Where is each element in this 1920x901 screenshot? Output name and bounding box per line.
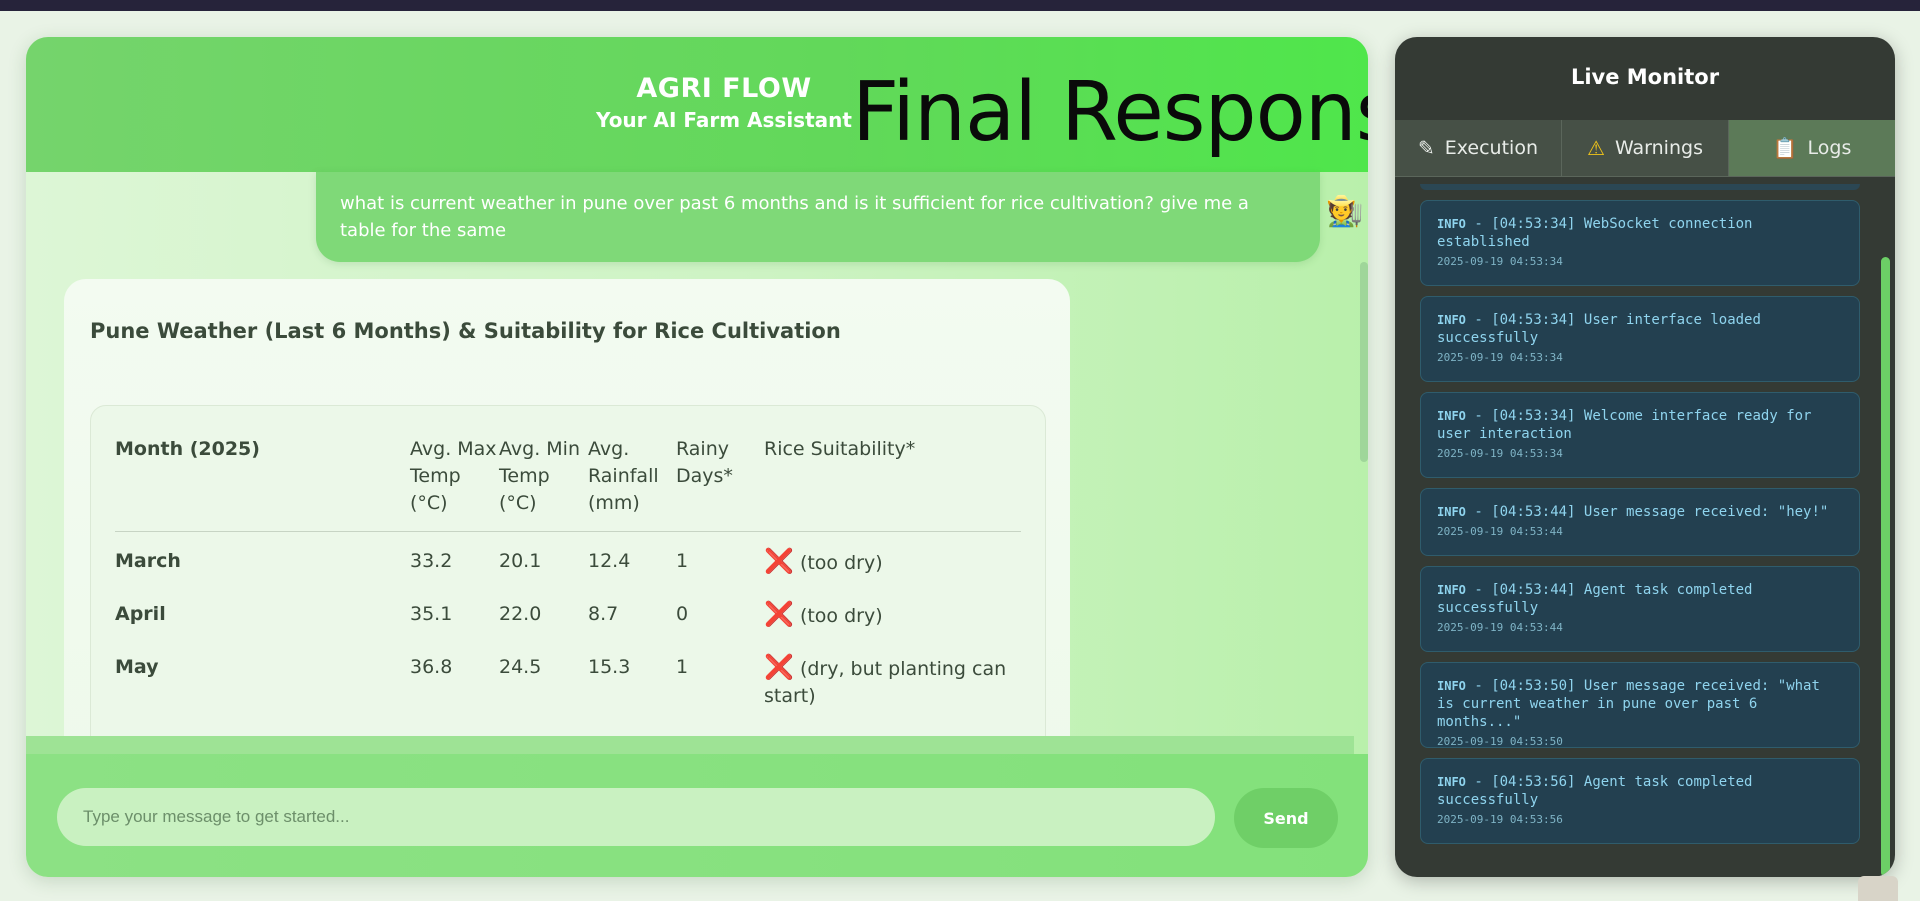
log-entry: INFO - [04:53:56] Agent task completed s… xyxy=(1420,758,1860,844)
log-message: - [04:53:34] Welcome interface ready for… xyxy=(1437,408,1812,442)
monitor-tabs: ✎ Execution ⚠ Warnings 📋 Logs xyxy=(1395,120,1895,177)
log-list[interactable]: INFO - [04:53:34] WebSocket connection e… xyxy=(1420,184,1860,874)
log-level: INFO xyxy=(1437,409,1466,423)
live-monitor-panel: Live Monitor ✎ Execution ⚠ Warnings 📋 Lo… xyxy=(1395,37,1895,877)
cell-rainy-days: 1 xyxy=(676,550,689,572)
col-header-suitability: Rice Suitability* xyxy=(764,436,1021,532)
response-title: Pune Weather (Last 6 Months) & Suitabili… xyxy=(90,319,841,343)
cell-suitability: ❌ (too dry) xyxy=(764,585,1021,638)
chat-vertical-scrollbar[interactable] xyxy=(1360,262,1368,462)
tab-label: Logs xyxy=(1807,137,1852,159)
cell-max-temp: 33.2 xyxy=(410,550,453,572)
log-entry: INFO - [04:53:50] User message received:… xyxy=(1420,662,1860,748)
message-input-bar: Send xyxy=(26,754,1368,877)
tab-logs[interactable]: 📋 Logs xyxy=(1729,120,1895,176)
cell-suitability: ❌ (dry, but planting can start) xyxy=(764,638,1021,718)
farmer-avatar-icon: 🧑‍🌾 xyxy=(1326,194,1364,229)
tab-warnings[interactable]: ⚠ Warnings xyxy=(1562,120,1729,176)
log-entry: INFO - [04:53:34] WebSocket connection e… xyxy=(1420,200,1860,286)
log-level: INFO xyxy=(1437,775,1466,789)
log-timestamp: 2025-09-19 04:53:50 xyxy=(1437,735,1563,748)
cell-min-temp: 24.5 xyxy=(499,656,542,678)
log-timestamp: 2025-09-19 04:53:34 xyxy=(1437,255,1563,268)
cell-max-temp: 35.1 xyxy=(410,603,453,625)
cross-mark-icon: ❌ xyxy=(764,653,794,681)
corner-widget xyxy=(1858,876,1898,901)
cell-month: April xyxy=(115,603,166,625)
col-header-rainfall: Avg. Rainfall (mm) xyxy=(588,436,676,532)
log-message: - [04:53:44] Agent task completed succes… xyxy=(1437,582,1753,616)
cell-min-temp: 20.1 xyxy=(499,550,542,572)
weather-table: Month (2025) Avg. Max Temp (°C) Avg. Min… xyxy=(115,436,1021,718)
browser-top-bar xyxy=(0,0,1920,11)
tab-execution[interactable]: ✎ Execution xyxy=(1395,120,1562,176)
message-input[interactable] xyxy=(57,788,1215,846)
send-button[interactable]: Send xyxy=(1234,788,1338,848)
col-header-min-temp: Avg. Min Temp (°C) xyxy=(499,436,588,532)
log-message: - [04:53:50] User message received: "wha… xyxy=(1437,678,1820,730)
cell-rainy-days: 1 xyxy=(676,656,689,678)
col-header-max-temp: Avg. Max Temp (°C) xyxy=(410,436,499,532)
log-timestamp: 2025-09-19 04:53:34 xyxy=(1437,447,1563,460)
suitability-text: (too dry) xyxy=(799,605,883,627)
table-row: May 36.8 24.5 15.3 1 ❌ (dry, but plantin… xyxy=(115,638,1021,718)
table-header-row: Month (2025) Avg. Max Temp (°C) Avg. Min… xyxy=(115,436,1021,532)
cell-min-temp: 22.0 xyxy=(499,603,542,625)
log-timestamp: 2025-09-19 04:53:44 xyxy=(1437,621,1563,634)
log-entry: INFO - [04:53:34] Welcome interface read… xyxy=(1420,392,1860,478)
tab-label: Execution xyxy=(1444,137,1538,159)
log-entry-partial xyxy=(1420,184,1860,190)
chat-header: AGRI FLOW Your AI Farm Assistant Final R… xyxy=(26,37,1368,172)
final-response-overlay-title: Final Response xyxy=(852,65,1368,160)
log-message: - [04:53:34] User interface loaded succe… xyxy=(1437,312,1761,346)
log-entry: INFO - [04:53:44] User message received:… xyxy=(1420,488,1860,556)
log-entry: INFO - [04:53:34] User interface loaded … xyxy=(1420,296,1860,382)
col-header-rainy-days: Rainy Days* xyxy=(676,436,764,532)
cross-mark-icon: ❌ xyxy=(764,600,794,628)
cell-max-temp: 36.8 xyxy=(410,656,453,678)
table-row: April 35.1 22.0 8.7 0 ❌ (too dry) xyxy=(115,585,1021,638)
log-timestamp: 2025-09-19 04:53:56 xyxy=(1437,813,1563,826)
cell-rainy-days: 0 xyxy=(676,603,689,625)
log-level: INFO xyxy=(1437,679,1466,693)
pencil-icon: ✎ xyxy=(1417,136,1435,160)
log-message: - [04:53:56] Agent task completed succes… xyxy=(1437,774,1753,808)
monitor-title: Live Monitor xyxy=(1570,65,1720,89)
log-timestamp: 2025-09-19 04:53:44 xyxy=(1437,525,1563,538)
suitability-text: (dry, but planting can start) xyxy=(764,658,1007,707)
col-header-month: Month (2025) xyxy=(115,436,410,532)
cross-mark-icon: ❌ xyxy=(764,547,794,575)
log-level: INFO xyxy=(1437,505,1466,519)
log-message: - [04:53:44] User message received: "hey… xyxy=(1465,504,1829,520)
user-message-bubble: what is current weather in pune over pas… xyxy=(316,172,1320,262)
table-row: March 33.2 20.1 12.4 1 ❌ (too dry) xyxy=(115,532,1021,586)
clipboard-icon: 📋 xyxy=(1772,136,1798,160)
log-level: INFO xyxy=(1437,217,1466,231)
cell-rainfall: 12.4 xyxy=(588,550,631,572)
cell-rainfall: 15.3 xyxy=(588,656,631,678)
warning-icon: ⚠ xyxy=(1587,136,1605,160)
log-level: INFO xyxy=(1437,583,1466,597)
monitor-scrollbar[interactable] xyxy=(1881,257,1890,877)
cell-rainfall: 8.7 xyxy=(588,603,619,625)
suitability-text: (too dry) xyxy=(799,552,883,574)
log-entry: INFO - [04:53:44] Agent task completed s… xyxy=(1420,566,1860,652)
brand-title: AGRI FLOW xyxy=(636,73,812,104)
chat-panel: AGRI FLOW Your AI Farm Assistant Final R… xyxy=(26,37,1368,877)
cell-suitability: ❌ (too dry) xyxy=(764,532,1021,586)
assistant-response-card: Pune Weather (Last 6 Months) & Suitabili… xyxy=(64,279,1070,799)
log-timestamp: 2025-09-19 04:53:34 xyxy=(1437,351,1563,364)
brand-subtitle: Your AI Farm Assistant xyxy=(596,108,852,132)
log-level: INFO xyxy=(1437,313,1466,327)
tab-label: Warnings xyxy=(1614,137,1703,159)
cell-month: May xyxy=(115,656,159,678)
chat-horizontal-scrollbar[interactable] xyxy=(26,736,1354,754)
brand: AGRI FLOW Your AI Farm Assistant xyxy=(574,73,874,132)
log-message: - [04:53:34] WebSocket connection establ… xyxy=(1437,216,1753,250)
cell-month: March xyxy=(115,550,181,572)
